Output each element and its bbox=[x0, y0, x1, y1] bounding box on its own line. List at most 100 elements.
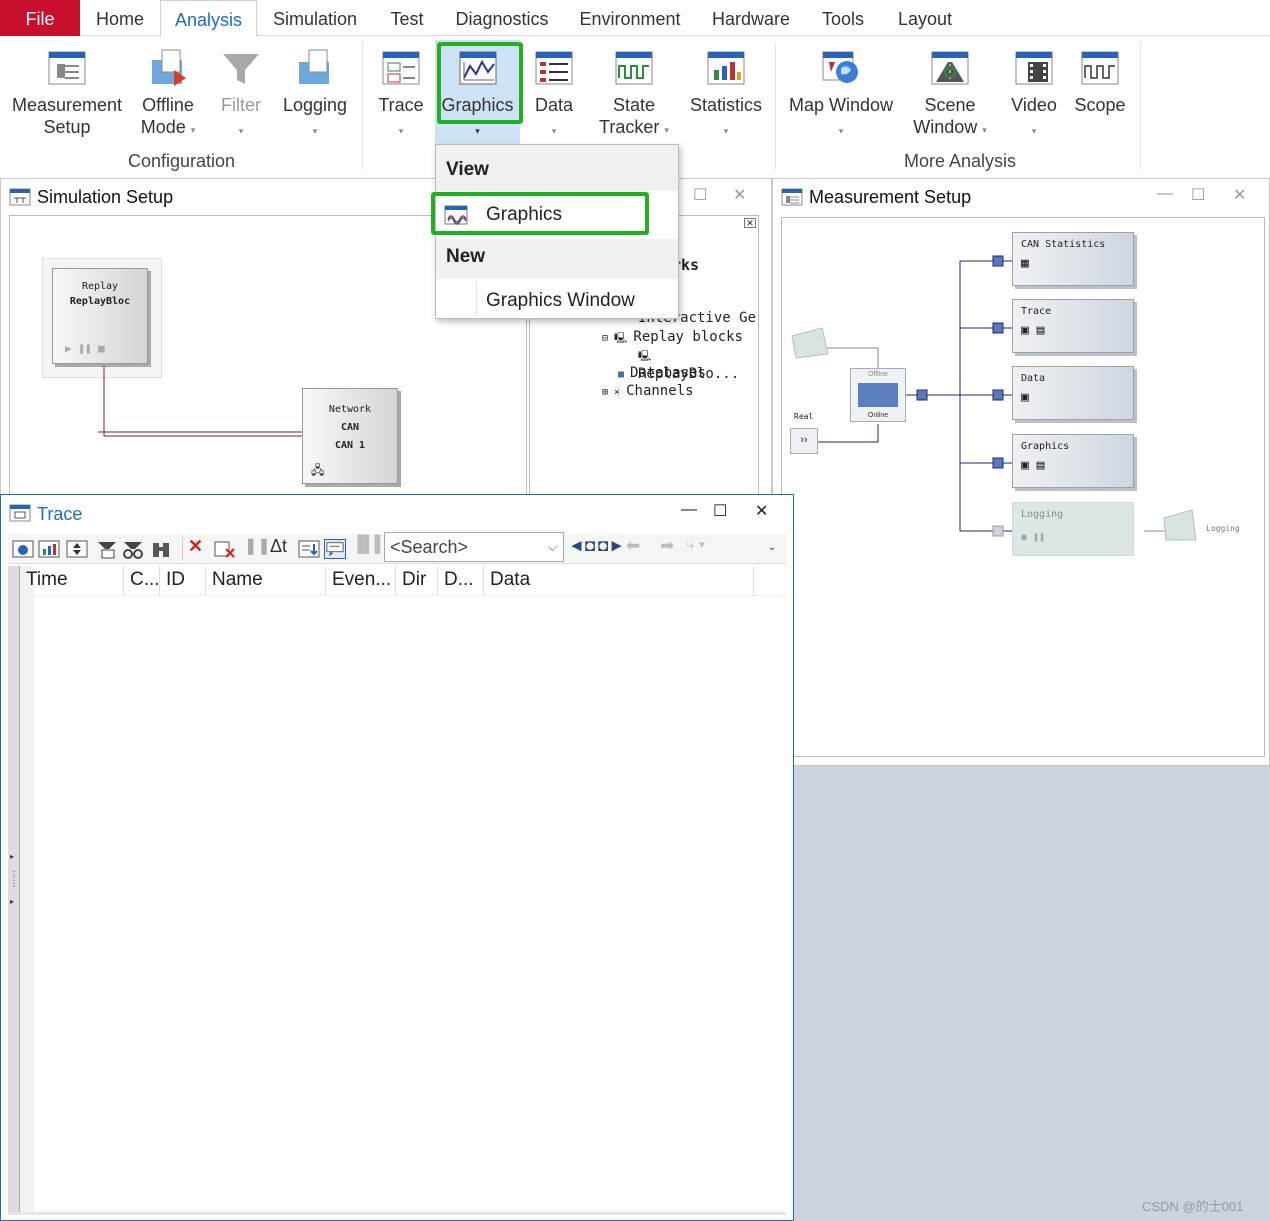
trace-detail-icon[interactable] bbox=[12, 539, 34, 559]
trace-title: Trace bbox=[1, 495, 793, 531]
trace-glasses-icon[interactable] bbox=[122, 539, 144, 559]
ribbon-separator bbox=[362, 42, 363, 170]
measurement-setup-window-icon bbox=[781, 188, 803, 206]
trace-search-input[interactable]: <Search> ⌵ bbox=[384, 532, 564, 562]
trace-minimize-button[interactable]: — bbox=[681, 501, 697, 519]
ribbon-tab-bar: File Home Analysis Simulation Test Diagn… bbox=[0, 0, 1270, 37]
network-block-bus: CAN bbox=[340, 422, 360, 433]
measurement-minimize-button[interactable]: — bbox=[1157, 185, 1173, 203]
trace-pause-icon[interactable]: ❚❚ bbox=[244, 536, 271, 556]
offline-mode-button[interactable]: Offline Mode ▾ bbox=[132, 36, 204, 148]
column-dir[interactable]: Dir bbox=[396, 566, 438, 596]
column-dlc[interactable]: D... bbox=[438, 566, 484, 596]
dropdown-graphics-highlight bbox=[431, 192, 649, 235]
state-tracker-button[interactable]: State Tracker ▾ bbox=[592, 36, 676, 148]
tab-layout[interactable]: Layout bbox=[888, 0, 962, 36]
trace-find-icon[interactable] bbox=[150, 539, 172, 559]
state-tracker-icon bbox=[615, 51, 653, 85]
simulation-close-button[interactable]: ✕ bbox=[733, 185, 746, 205]
trace-button[interactable]: Trace ▾ bbox=[372, 36, 430, 148]
online-label: Online bbox=[867, 412, 889, 419]
data-block[interactable]: Data ▣ bbox=[1012, 366, 1134, 420]
trace-bottom-border bbox=[8, 1212, 786, 1215]
video-button[interactable]: Video ▾ bbox=[1004, 36, 1064, 148]
network-block[interactable]: Network CAN CAN 1 🖧 bbox=[302, 388, 398, 484]
logging-icon bbox=[299, 49, 329, 84]
tab-simulation[interactable]: Simulation bbox=[262, 0, 368, 36]
chevron-down-icon: ⌵ bbox=[547, 540, 557, 554]
data-icon bbox=[535, 51, 573, 85]
tab-analysis[interactable]: Analysis bbox=[160, 0, 257, 37]
trace-columns-icon[interactable]: ▐▌▌ bbox=[352, 536, 386, 554]
trace-clear-filter-icon[interactable] bbox=[214, 539, 236, 559]
simulation-minimize-button[interactable]: ☐ bbox=[693, 185, 707, 205]
measurement-close-button[interactable]: ✕ bbox=[1233, 185, 1246, 205]
trace-clear-icon[interactable]: ✕ bbox=[188, 536, 203, 557]
tab-file[interactable]: File bbox=[0, 0, 80, 36]
tree-item-replay-blocks[interactable]: ⊟ 🖳 Replay blocks bbox=[602, 329, 743, 348]
network-block-type: Network bbox=[328, 404, 372, 415]
column-id[interactable]: ID bbox=[160, 566, 206, 596]
trace-close-button[interactable]: ✕ bbox=[755, 501, 768, 521]
logging-button[interactable]: Logging ▾ bbox=[278, 36, 352, 148]
simulation-setup-icon bbox=[9, 188, 31, 206]
tab-tools[interactable]: Tools bbox=[812, 0, 874, 36]
tab-hardware[interactable]: Hardware bbox=[704, 0, 798, 36]
tab-diagnostics[interactable]: Diagnostics bbox=[448, 0, 556, 36]
dropdown-item-graphics-window[interactable]: Graphics Window bbox=[436, 281, 678, 321]
trace-scroll-icon[interactable] bbox=[66, 539, 88, 559]
column-name[interactable]: Name bbox=[206, 566, 326, 596]
tab-test[interactable]: Test bbox=[380, 0, 434, 36]
scene-window-button[interactable]: Scene Window ▾ bbox=[904, 36, 996, 148]
tree-item-channels[interactable]: ⊞ × Channels bbox=[602, 383, 694, 399]
scope-button[interactable]: Scope bbox=[1070, 36, 1130, 148]
navigate-forward-icon[interactable]: ➡ bbox=[660, 536, 674, 556]
can-statistics-block[interactable]: CAN Statistics ▦ bbox=[1012, 232, 1134, 286]
column-time[interactable]: Time bbox=[20, 566, 124, 596]
trace-maximize-button[interactable]: ☐ bbox=[713, 501, 727, 521]
find-next-icon[interactable]: ◘► bbox=[598, 536, 625, 556]
trace-delta-time-icon[interactable]: Δt bbox=[270, 536, 287, 557]
column-channel[interactable]: C... bbox=[124, 566, 160, 596]
logging-block[interactable]: Logging ● ❚❚ bbox=[1012, 502, 1134, 556]
find-previous-icon[interactable]: ◄◘ bbox=[568, 536, 595, 556]
offline-mode-label: Offline Mode ▾ bbox=[140, 95, 196, 137]
toolbar-overflow-icon[interactable]: ⌄ bbox=[768, 542, 776, 553]
trace-filter-message-icon[interactable] bbox=[96, 539, 118, 559]
map-window-icon bbox=[822, 51, 858, 83]
replay-to-network-connection bbox=[98, 366, 302, 437]
trace-block[interactable]: Trace ▣ ▤ bbox=[1012, 299, 1134, 353]
navigate-back-icon[interactable]: ⬅ bbox=[626, 536, 640, 556]
statistics-button[interactable]: Statistics ▾ bbox=[684, 36, 768, 148]
trace-chronological-icon[interactable] bbox=[324, 539, 346, 559]
column-event-type[interactable]: Even... bbox=[326, 566, 396, 596]
data-button[interactable]: Data ▾ bbox=[526, 36, 582, 148]
measurement-setup-label: Measurement Setup bbox=[11, 95, 123, 137]
tab-environment[interactable]: Environment bbox=[570, 0, 690, 36]
filter-button[interactable]: Filter ▾ bbox=[212, 36, 270, 148]
switch-icon bbox=[858, 383, 898, 407]
offline-online-switch[interactable]: Offline Online bbox=[850, 368, 906, 422]
trace-options-icon[interactable]: ⤷ ▾ bbox=[686, 536, 705, 553]
graphics-block[interactable]: Graphics ▣ ▤ bbox=[1012, 434, 1134, 488]
measurement-setup-button[interactable]: Measurement Setup bbox=[8, 36, 126, 148]
trace-statistics-icon[interactable] bbox=[38, 539, 60, 559]
tree-pane-close-icon[interactable]: ✕ bbox=[744, 218, 756, 228]
measurement-maximize-button[interactable]: ☐ bbox=[1191, 185, 1205, 205]
filter-icon bbox=[223, 54, 259, 84]
measurement-canvas[interactable]: Offline Online Real ›› CAN Statistics ▦ T… bbox=[781, 217, 1265, 757]
trace-sort-icon[interactable] bbox=[298, 539, 320, 559]
group-label-configuration: Configuration bbox=[128, 151, 236, 171]
collapse-arrow-icon[interactable]: ▸ ⋮ ⋮ ▸ bbox=[10, 852, 18, 906]
real-source-icon[interactable]: ›› bbox=[790, 428, 818, 454]
replay-block-type: Replay bbox=[81, 281, 119, 292]
trace-message-list[interactable] bbox=[34, 596, 786, 1212]
watermark-text: CSDN @的士001 bbox=[1142, 1199, 1244, 1214]
toolbar-separator bbox=[182, 537, 183, 561]
tree-item-databases[interactable]: ■ Databases bbox=[618, 365, 706, 381]
replay-block[interactable]: Replay ReplayBloc ▶ ❚❚ ■ bbox=[52, 268, 148, 364]
filter-label: Filter bbox=[221, 95, 261, 115]
tab-home[interactable]: Home bbox=[86, 0, 154, 36]
map-window-button[interactable]: Map Window ▾ bbox=[784, 36, 898, 148]
column-data[interactable]: Data bbox=[484, 566, 754, 596]
